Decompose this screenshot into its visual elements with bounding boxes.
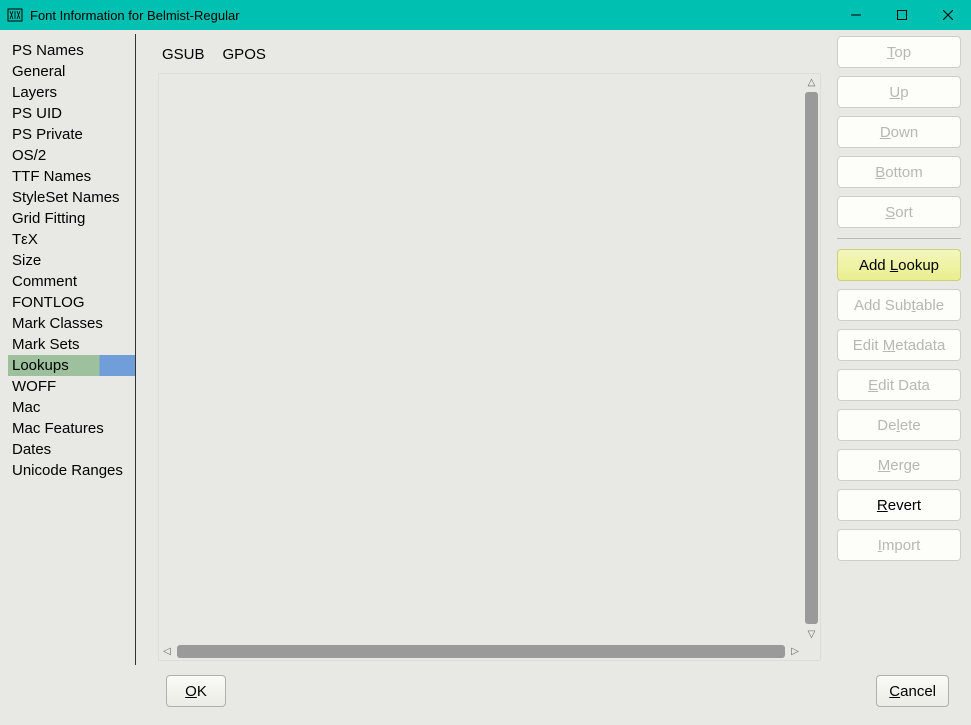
- window-controls: [833, 0, 971, 30]
- sidebar: PS NamesGeneralLayersPS UIDPS PrivateOS/…: [8, 34, 136, 665]
- sidebar-item-general[interactable]: General: [8, 61, 135, 82]
- divider: [837, 238, 961, 239]
- ok-button[interactable]: OK: [166, 675, 226, 707]
- sidebar-item-size[interactable]: Size: [8, 250, 135, 271]
- add-lookup-button[interactable]: Add Lookup: [837, 249, 961, 281]
- sort-button[interactable]: Sort: [837, 196, 961, 228]
- tab-gsub[interactable]: GSUB: [162, 46, 205, 63]
- sidebar-item-unicode-ranges[interactable]: Unicode Ranges: [8, 460, 135, 481]
- revert-button[interactable]: Revert: [837, 489, 961, 521]
- sidebar-item-ps-private[interactable]: PS Private: [8, 124, 135, 145]
- tab-gpos[interactable]: GPOS: [223, 46, 266, 63]
- lookup-listbox[interactable]: △ ▽ ◁ ▷: [158, 73, 821, 661]
- sidebar-item-mark-sets[interactable]: Mark Sets: [8, 334, 135, 355]
- horizontal-scrollbar[interactable]: ◁ ▷: [159, 643, 803, 660]
- sidebar-item-mac-features[interactable]: Mac Features: [8, 418, 135, 439]
- scroll-down-icon[interactable]: ▽: [803, 626, 820, 642]
- app-icon: [6, 6, 24, 24]
- top-button[interactable]: Top: [837, 36, 961, 68]
- sidebar-item-ttf-names[interactable]: TTF Names: [8, 166, 135, 187]
- sidebar-item-mark-classes[interactable]: Mark Classes: [8, 313, 135, 334]
- window-title: Font Information for Belmist-Regular: [30, 8, 833, 23]
- tabs: GSUB GPOS: [158, 38, 821, 73]
- sidebar-item-lookups[interactable]: Lookups: [8, 355, 135, 376]
- down-button[interactable]: Down: [837, 116, 961, 148]
- delete-button[interactable]: Delete: [837, 409, 961, 441]
- sidebar-item-woff[interactable]: WOFF: [8, 376, 135, 397]
- button-column: Top Up Down Bottom Sort Add Lookup Add S…: [829, 34, 963, 665]
- scroll-left-icon[interactable]: ◁: [159, 643, 175, 660]
- sidebar-item-grid-fitting[interactable]: Grid Fitting: [8, 208, 135, 229]
- close-button[interactable]: [925, 0, 971, 30]
- merge-button[interactable]: Merge: [837, 449, 961, 481]
- sidebar-item-t-x[interactable]: TεX: [8, 229, 135, 250]
- maximize-button[interactable]: [879, 0, 925, 30]
- scroll-up-icon[interactable]: △: [803, 74, 820, 90]
- sidebar-item-dates[interactable]: Dates: [8, 439, 135, 460]
- minimize-button[interactable]: [833, 0, 879, 30]
- sidebar-item-ps-names[interactable]: PS Names: [8, 40, 135, 61]
- cancel-button[interactable]: Cancel: [876, 675, 949, 707]
- scroll-track[interactable]: [805, 92, 818, 624]
- edit-data-button[interactable]: Edit Data: [837, 369, 961, 401]
- sidebar-item-ps-uid[interactable]: PS UID: [8, 103, 135, 124]
- scroll-right-icon[interactable]: ▷: [787, 643, 803, 660]
- sidebar-item-layers[interactable]: Layers: [8, 82, 135, 103]
- sidebar-item-comment[interactable]: Comment: [8, 271, 135, 292]
- sidebar-item-os-2[interactable]: OS/2: [8, 145, 135, 166]
- scroll-track[interactable]: [177, 645, 785, 658]
- edit-metadata-button[interactable]: Edit Metadata: [837, 329, 961, 361]
- up-button[interactable]: Up: [837, 76, 961, 108]
- vertical-scrollbar[interactable]: △ ▽: [803, 74, 820, 642]
- bottom-button[interactable]: Bottom: [837, 156, 961, 188]
- import-button[interactable]: Import: [837, 529, 961, 561]
- sidebar-item-styleset-names[interactable]: StyleSet Names: [8, 187, 135, 208]
- footer: OK Cancel: [0, 665, 971, 717]
- content-area: PS NamesGeneralLayersPS UIDPS PrivateOS/…: [0, 30, 971, 665]
- add-subtable-button[interactable]: Add Subtable: [837, 289, 961, 321]
- sidebar-item-mac[interactable]: Mac: [8, 397, 135, 418]
- sidebar-item-fontlog[interactable]: FONTLOG: [8, 292, 135, 313]
- main-panel: GSUB GPOS △ ▽ ◁ ▷: [136, 34, 829, 665]
- titlebar: Font Information for Belmist-Regular: [0, 0, 971, 30]
